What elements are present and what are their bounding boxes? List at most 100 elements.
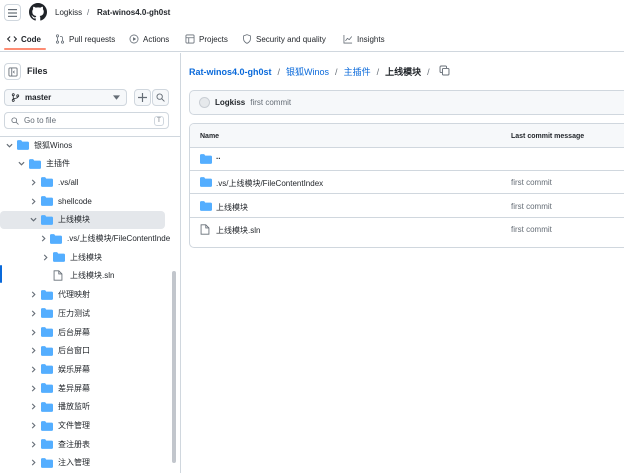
tab-projects[interactable]: Projects — [185, 27, 228, 51]
tab-security[interactable]: Security and quality — [242, 27, 326, 51]
header-separator: / — [87, 8, 90, 17]
github-logo-icon[interactable] — [29, 3, 47, 21]
shield-icon — [243, 34, 251, 44]
parent-directory-row[interactable]: .. — [190, 148, 624, 171]
tab-projects-label: Projects — [199, 34, 228, 44]
chevron-down-icon[interactable] — [4, 142, 14, 149]
chevron-right-icon[interactable] — [28, 291, 38, 298]
tree-item-label: 后台屏幕 — [58, 327, 90, 337]
tree-folder-item[interactable]: 文件管理 — [0, 417, 165, 435]
tree-item-label: .vs/上线模块/FileContentIndex — [67, 234, 170, 243]
chevron-down-icon[interactable] — [28, 216, 38, 223]
table-row[interactable]: .vs/上线模块/FileContentIndex first commit — [190, 171, 624, 195]
chevron-right-icon[interactable] — [28, 310, 38, 317]
folder-icon — [41, 345, 53, 356]
breadcrumb-separator: / — [427, 66, 430, 77]
chevron-right-icon[interactable] — [28, 198, 38, 205]
header-owner-link[interactable]: Logkiss — [55, 8, 82, 17]
collapse-sidebar-button[interactable] — [4, 63, 21, 80]
tree-file-item[interactable]: 上线模块.sln — [0, 267, 165, 285]
go-to-file-input[interactable]: Go to file T — [4, 112, 169, 129]
chevron-down-icon[interactable] — [16, 160, 26, 167]
tree-scrollbar[interactable] — [171, 137, 177, 473]
tree-item-label: 文件管理 — [58, 421, 90, 430]
branch-selector[interactable]: master — [4, 89, 127, 106]
chevron-right-icon[interactable] — [40, 254, 50, 261]
tree-item-label: 后台窗口 — [58, 346, 90, 356]
table-row[interactable]: 上线模块 first commit — [190, 195, 624, 218]
folder-icon — [41, 458, 53, 468]
tree-item-label: 代理映射 — [58, 290, 90, 300]
chevron-right-icon[interactable] — [28, 385, 38, 392]
tree-folder-item[interactable]: 查注册表 — [0, 435, 165, 453]
tree-folder-item[interactable]: 上线模块 — [0, 248, 165, 266]
file-name-link[interactable]: 上线模块 — [216, 202, 248, 213]
last-commit-message[interactable]: first commit — [511, 225, 552, 234]
last-commit-message[interactable]: first commit — [511, 202, 552, 211]
tree-folder-item[interactable]: 后台窗口 — [0, 342, 165, 360]
folder-icon — [41, 308, 53, 319]
tree-folder-item[interactable]: 上线模块 — [0, 210, 165, 229]
commit-message[interactable]: first commit — [250, 98, 291, 107]
folder-icon — [41, 327, 53, 337]
tree-item-label: 娱乐屏幕 — [58, 364, 90, 374]
tab-insights[interactable]: Insights — [343, 27, 385, 51]
chevron-right-icon[interactable] — [28, 179, 38, 186]
tab-actions[interactable]: Actions — [129, 27, 169, 51]
chevron-right-icon[interactable] — [28, 422, 38, 429]
tree-folder-item[interactable]: 银狐Winos — [0, 137, 165, 154]
table-row[interactable]: 上线模块.sln first commit — [190, 218, 624, 241]
commit-author[interactable]: Logkiss — [215, 98, 245, 107]
file-tree-sidebar: Files master Go to file T 银狐Winos 主插件 .vs/… — [0, 53, 181, 473]
parent-directory-link[interactable]: .. — [216, 152, 220, 161]
tree-folder-item[interactable]: 播放监听 — [0, 398, 165, 416]
folder-icon — [41, 383, 53, 393]
tree-item-label: 主插件 — [46, 159, 70, 169]
breadcrumb-folder-link[interactable]: 银狐Winos — [286, 65, 329, 78]
tree-folder-item[interactable]: shellcode — [0, 192, 165, 210]
last-commit-message[interactable]: first commit — [511, 178, 552, 187]
copy-path-icon[interactable] — [439, 65, 450, 76]
chevron-right-icon[interactable] — [28, 403, 38, 410]
file-name-link[interactable]: .vs/上线模块/FileContentIndex — [216, 178, 323, 189]
breadcrumb-folder-link[interactable]: 主插件 — [344, 65, 371, 78]
breadcrumb-repo-link[interactable]: Rat-winos4.0-gh0st — [189, 67, 272, 77]
table-icon — [185, 34, 195, 44]
tree-folder-item[interactable]: 注入管理 — [0, 454, 165, 472]
tree-item-label: 查注册表 — [58, 439, 90, 449]
avatar[interactable] — [199, 97, 210, 108]
folder-open-icon — [29, 158, 41, 169]
tree-scrollbar-thumb[interactable] — [172, 271, 176, 463]
chevron-right-icon[interactable] — [28, 459, 38, 466]
chevron-right-icon[interactable] — [28, 347, 38, 354]
menu-button[interactable] — [4, 4, 21, 21]
tab-insights-label: Insights — [357, 34, 385, 44]
column-header-message: Last commit message — [511, 133, 585, 140]
caret-down-icon — [113, 95, 120, 100]
tree-folder-item[interactable]: 代理映射 — [0, 286, 165, 304]
chevron-right-icon[interactable] — [28, 328, 38, 336]
tree-folder-item[interactable]: .vs/all — [0, 173, 165, 191]
search-files-button[interactable] — [152, 89, 169, 106]
chevron-right-icon[interactable] — [28, 441, 38, 448]
sidebar-collapse-icon — [8, 67, 17, 76]
repo-tabs: Code Pull requests Actions Projects Secu… — [0, 27, 624, 52]
folder-open-icon — [17, 140, 29, 150]
tree-folder-item[interactable]: .vs/上线模块/FileContentIndex — [0, 230, 170, 248]
tree-folder-item[interactable]: 差异屏幕 — [0, 379, 165, 397]
tree-folder-item[interactable]: 压力测试 — [0, 304, 165, 322]
chevron-right-icon[interactable] — [28, 366, 38, 373]
chevron-right-icon[interactable] — [40, 235, 47, 242]
column-header-name: Name — [200, 133, 220, 140]
folder-icon — [53, 252, 65, 263]
branch-icon — [11, 93, 20, 102]
tree-folder-item[interactable]: 后台屏幕 — [0, 323, 165, 341]
tab-pull-requests[interactable]: Pull requests — [55, 27, 115, 51]
tree-item-label: 播放监听 — [58, 402, 90, 412]
file-name-link[interactable]: 上线模块.sln — [216, 225, 260, 236]
tree-folder-item[interactable]: 主插件 — [0, 155, 165, 173]
add-file-button[interactable] — [134, 89, 151, 106]
tree-folder-item[interactable]: 娱乐屏幕 — [0, 360, 165, 378]
branch-name: master — [25, 93, 52, 102]
header-repo-link[interactable]: Rat-winos4.0-gh0st — [97, 8, 170, 17]
